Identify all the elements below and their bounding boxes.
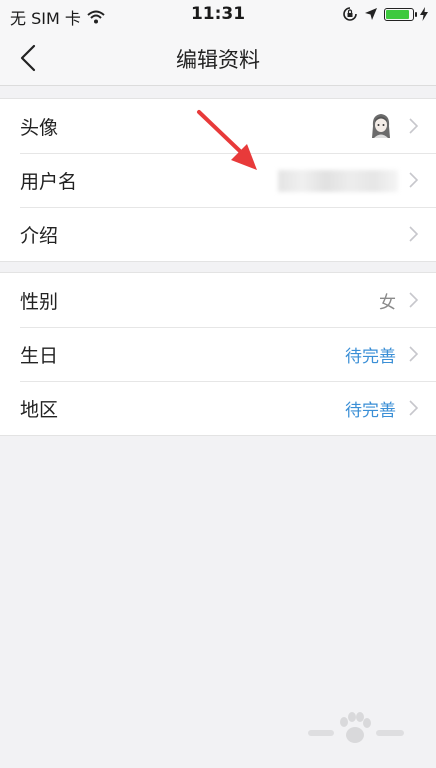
chevron-right-icon	[409, 118, 418, 134]
username-label: 用户名	[20, 170, 78, 193]
profile-group: 头像 用户名 介绍	[0, 98, 436, 262]
chevron-right-icon	[409, 400, 418, 416]
battery-fill	[386, 9, 410, 19]
status-bar: 无 SIM 卡 11:31	[0, 0, 436, 30]
username-row[interactable]: 用户名	[0, 153, 436, 207]
gender-row[interactable]: 性别 女	[0, 273, 436, 327]
chevron-right-icon	[409, 226, 418, 242]
avatar[interactable]	[370, 112, 392, 140]
chevron-right-icon	[409, 172, 418, 188]
rotation-lock-icon	[343, 7, 357, 21]
info-group: 性别 女 生日 待完善 地区 待完善	[0, 272, 436, 436]
intro-label: 介绍	[20, 224, 59, 247]
birthday-label: 生日	[20, 344, 59, 367]
region-value: 待完善	[345, 400, 396, 421]
avatar-row[interactable]: 头像	[0, 99, 436, 153]
gender-value: 女	[379, 292, 396, 313]
location-arrow-icon	[365, 8, 377, 20]
region-label: 地区	[20, 398, 59, 421]
birthday-value: 待完善	[345, 346, 396, 367]
chevron-right-icon	[409, 346, 418, 362]
charging-bolt-icon	[420, 7, 428, 21]
username-value-blurred	[278, 170, 398, 192]
battery-icon	[384, 7, 417, 21]
chevron-right-icon	[409, 292, 418, 308]
birthday-row[interactable]: 生日 待完善	[0, 327, 436, 381]
region-row[interactable]: 地区 待完善	[0, 381, 436, 435]
intro-row[interactable]: 介绍	[0, 207, 436, 261]
nav-bar: 编辑资料	[0, 30, 436, 86]
avatar-label: 头像	[20, 116, 59, 139]
gender-label: 性别	[20, 290, 59, 313]
page-title: 编辑资料	[176, 48, 260, 72]
watermark-paw-icon	[308, 712, 404, 743]
status-right	[342, 6, 428, 22]
